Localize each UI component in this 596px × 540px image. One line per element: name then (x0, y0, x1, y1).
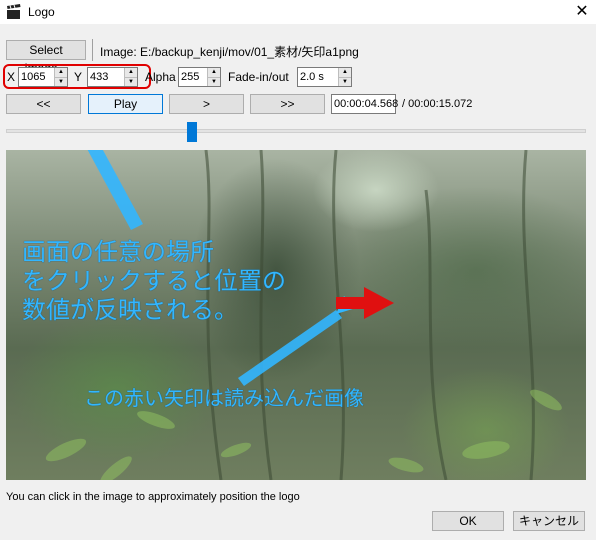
clapperboard-icon (7, 4, 21, 19)
current-time-field[interactable]: 00:00:04.568 (331, 94, 398, 114)
spin-up-icon[interactable]: ▲ (125, 68, 137, 78)
rewind-button[interactable]: << (6, 94, 81, 114)
ok-button[interactable]: OK (432, 511, 504, 531)
fade-spinner[interactable]: ▲ ▼ (338, 68, 351, 86)
alpha-input[interactable]: 255 ▲ ▼ (178, 67, 221, 87)
step-forward-button[interactable]: > (169, 94, 244, 114)
fast-forward-button[interactable]: >> (250, 94, 325, 114)
seek-track[interactable] (6, 129, 586, 133)
title-bar (0, 0, 596, 24)
annotation-caption: この赤い矢印は読み込んだ画像 (84, 386, 364, 410)
spin-down-icon[interactable]: ▼ (55, 78, 67, 87)
spin-up-icon[interactable]: ▲ (55, 68, 67, 78)
x-spinner[interactable]: ▲ ▼ (54, 68, 67, 86)
spin-up-icon[interactable]: ▲ (339, 68, 351, 78)
fade-label: Fade-in/out (228, 70, 289, 84)
spin-down-icon[interactable]: ▼ (339, 78, 351, 87)
y-input[interactable]: 433 ▲ ▼ (87, 67, 138, 87)
logo-red-arrow-icon (336, 287, 394, 319)
seek-thumb[interactable] (186, 122, 197, 142)
annotation-line-1: 画面の任意の場所 (22, 238, 214, 266)
close-icon[interactable]: ✕ (570, 1, 594, 23)
x-input[interactable]: 1065 ▲ ▼ (18, 67, 68, 87)
y-spinner[interactable]: ▲ ▼ (124, 68, 137, 86)
cancel-button[interactable]: キャンセル (513, 511, 585, 531)
annotation-line-3: 数値が反映される。 (22, 296, 238, 324)
alpha-label: Alpha (145, 70, 176, 84)
play-button[interactable]: Play (88, 94, 163, 114)
preview-image[interactable]: 画面の任意の場所 をクリックすると位置の 数値が反映される。 この赤い矢印は読み… (6, 150, 586, 480)
status-text: You can click in the image to approximat… (6, 491, 300, 503)
alpha-spinner[interactable]: ▲ ▼ (207, 68, 220, 86)
image-path: Image: E:/backup_kenji/mov/01_素材/矢印a1png (100, 45, 359, 59)
y-label: Y (74, 70, 83, 84)
spin-down-icon[interactable]: ▼ (125, 78, 137, 87)
select-image-button[interactable]: Select Image... (6, 40, 86, 75)
spin-up-icon[interactable]: ▲ (208, 68, 220, 78)
spin-down-icon[interactable]: ▼ (208, 78, 220, 87)
fade-input[interactable]: 2.0 s ▲ ▼ (297, 67, 352, 87)
alpha-value: 255 (181, 71, 200, 83)
x-value: 1065 (21, 71, 46, 83)
fade-value: 2.0 s (300, 71, 324, 83)
total-time: / 00:00:15.072 (402, 98, 473, 110)
annotation-line-2: をクリックすると位置の (22, 267, 286, 295)
x-label: X (7, 70, 16, 84)
window-title: Logo (28, 5, 55, 19)
toolbar-divider (92, 39, 93, 61)
y-value: 433 (90, 71, 109, 83)
